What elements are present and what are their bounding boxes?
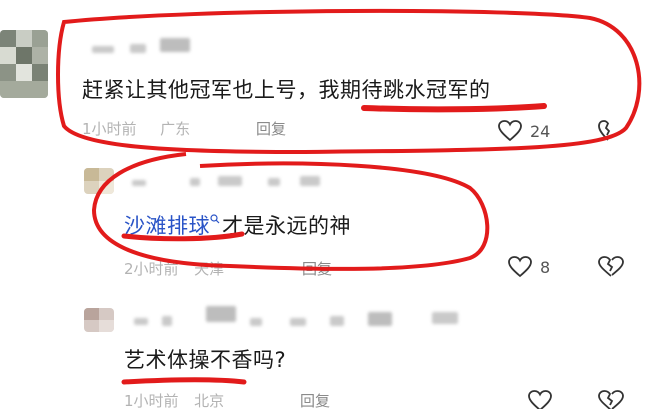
avatar[interactable]	[84, 308, 114, 332]
comment-meta: 1小时前 广东	[82, 118, 190, 139]
dislike-icon[interactable]	[598, 256, 624, 278]
avatar[interactable]	[84, 168, 114, 194]
comment-location: 天津	[194, 260, 225, 278]
comment-text-rest: 才是永远的神	[222, 214, 351, 238]
search-icon	[210, 205, 220, 224]
red-annotations	[56, 8, 642, 385]
comment-time: 2小时前	[124, 260, 179, 278]
comment-location: 北京	[194, 392, 225, 410]
heart-icon[interactable]	[498, 120, 522, 142]
hashtag-link[interactable]: 沙滩排球	[124, 214, 210, 238]
like-count: 24	[530, 122, 551, 141]
dislike-icon[interactable]	[598, 120, 618, 142]
comment-meta: 1小时前 北京	[124, 390, 224, 411]
annotation-underline	[361, 103, 547, 113]
comment-meta: 2小时前 天津	[124, 258, 224, 279]
annotation-underline	[121, 377, 247, 385]
heart-icon[interactable]	[508, 256, 532, 278]
reply-button[interactable]: 回复	[256, 118, 286, 139]
comment-text: 赶紧让其他冠军也上号，我期待跳水冠军的	[82, 78, 491, 102]
reply-button[interactable]: 回复	[300, 390, 330, 411]
comment-time: 1小时前	[82, 120, 137, 138]
heart-icon[interactable]	[528, 390, 552, 409]
dislike-icon[interactable]	[598, 390, 624, 409]
comment-text: 艺术体操不香吗?	[124, 348, 287, 372]
comment-text: 沙滩排球 才是永远的神	[124, 210, 351, 240]
comment-location: 广东	[160, 120, 191, 138]
comment-time: 1小时前	[124, 392, 179, 410]
like-count: 8	[540, 258, 551, 277]
reply-button[interactable]: 回复	[302, 258, 332, 279]
avatar[interactable]	[0, 30, 48, 98]
